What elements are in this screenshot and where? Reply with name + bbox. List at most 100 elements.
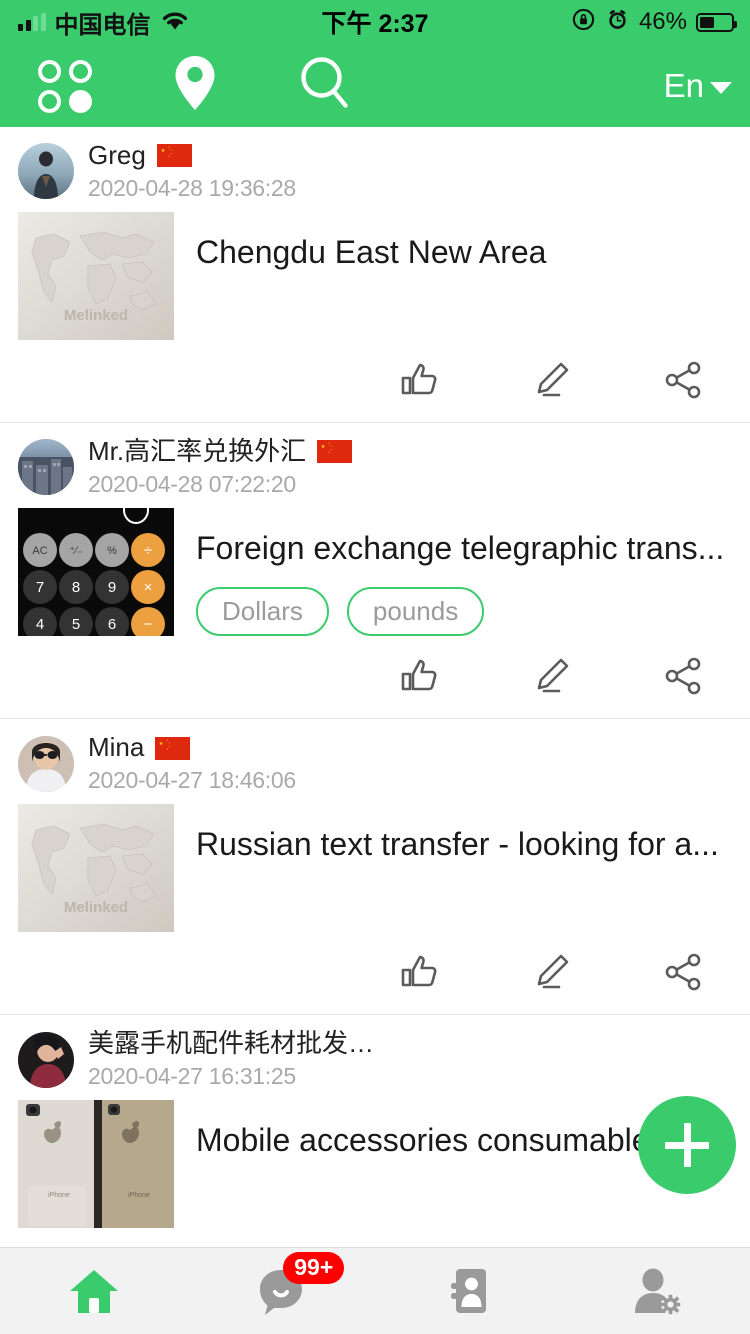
- like-button[interactable]: [354, 354, 486, 406]
- post-title[interactable]: Russian text transfer - looking for a...: [196, 824, 736, 866]
- share-icon: [663, 359, 705, 401]
- share-button[interactable]: [618, 946, 750, 998]
- post-card[interactable]: Mina 2020-04-27 18:46:06 Melinked Russia…: [0, 719, 750, 1016]
- tab-home[interactable]: [0, 1248, 188, 1334]
- battery-percent-label: 46%: [638, 8, 687, 35]
- svg-text:6: 6: [108, 616, 116, 633]
- post-thumbnail[interactable]: Melinked: [18, 804, 174, 933]
- edit-button[interactable]: [486, 650, 618, 702]
- tab-profile[interactable]: [563, 1248, 750, 1334]
- bottom-tab-bar: 99+: [0, 1247, 750, 1334]
- edit-pencil-icon: [531, 655, 573, 697]
- post-body: Melinked Chengdu East New Area: [0, 202, 750, 340]
- post-content: Foreign exchange telegraphic trans... Do…: [174, 508, 750, 637]
- chevron-down-icon: [710, 82, 732, 94]
- post-card[interactable]: 美露手机配件耗材批发… 2020-04-27 16:31:25 iPhone i…: [0, 1015, 750, 1247]
- avatar[interactable]: [18, 1031, 74, 1088]
- post-content: Chengdu East New Area: [174, 212, 750, 340]
- post-author-name: Mr.高汇率兑换外汇: [88, 435, 307, 466]
- user-settings-icon: [630, 1266, 682, 1316]
- post-actions: [0, 340, 750, 422]
- battery-icon: [696, 12, 737, 32]
- avatar[interactable]: [18, 143, 74, 200]
- post-timestamp: 2020-04-27 18:46:06: [88, 767, 296, 794]
- home-icon: [68, 1266, 120, 1316]
- svg-text:9: 9: [108, 579, 116, 596]
- post-tag[interactable]: Dollars: [196, 587, 329, 637]
- post-thumbnail[interactable]: AC ⁺∕₋% ÷ × − 7 8 9 4 5 6: [18, 507, 174, 636]
- svg-text:−: −: [144, 616, 153, 633]
- post-card[interactable]: Greg 2020-04-28 19:36:28 Melinked Chengd…: [0, 127, 750, 423]
- china-flag-icon: [155, 736, 191, 760]
- post-content: Russian text transfer - looking for a...: [174, 804, 750, 932]
- svg-text:4: 4: [36, 616, 44, 633]
- post-author-block: Greg 2020-04-28 19:36:28: [88, 140, 296, 202]
- rotation-lock-icon: [571, 7, 596, 37]
- thumbs-up-icon: [399, 951, 441, 993]
- app-root: 中国电信 下午 2:37 46% En Greg 2020-04-28 19:3…: [0, 0, 750, 1334]
- create-post-fab[interactable]: [638, 1096, 736, 1194]
- avatar[interactable]: [18, 735, 74, 792]
- avatar[interactable]: [18, 439, 74, 496]
- china-flag-icon: [317, 440, 353, 464]
- post-author-block: Mina 2020-04-27 18:46:06: [88, 732, 296, 794]
- like-button[interactable]: [354, 946, 486, 998]
- edit-button[interactable]: [486, 946, 618, 998]
- alarm-clock-icon: [605, 7, 630, 37]
- post-actions: [0, 636, 750, 718]
- svg-text:iPhone: iPhone: [128, 1192, 150, 1199]
- post-author-block: Mr.高汇率兑换外汇 2020-04-28 07:22:20: [88, 435, 353, 498]
- message-badge: 99+: [283, 1251, 345, 1285]
- search-button[interactable]: [260, 44, 390, 127]
- tab-messages[interactable]: 99+: [188, 1248, 376, 1334]
- svg-text:÷: ÷: [144, 542, 152, 559]
- edit-button[interactable]: [486, 354, 618, 406]
- svg-text:7: 7: [36, 579, 44, 596]
- grid-button[interactable]: [0, 44, 130, 127]
- post-thumbnail[interactable]: Melinked: [18, 211, 174, 340]
- contact-card-icon: [443, 1266, 495, 1316]
- post-title[interactable]: Foreign exchange telegraphic trans...: [196, 528, 736, 570]
- post-author-block: 美露手机配件耗材批发… 2020-04-27 16:31:25: [88, 1028, 375, 1090]
- post-thumbnail[interactable]: iPhone iPhone: [18, 1100, 174, 1229]
- like-button[interactable]: [354, 650, 486, 702]
- post-tags: Dollars pounds: [196, 587, 736, 637]
- thumbs-up-icon: [399, 655, 441, 697]
- china-flag-icon: [156, 144, 192, 168]
- grid-icon: [37, 59, 93, 113]
- location-button[interactable]: [130, 44, 260, 127]
- svg-text:%: %: [107, 545, 117, 557]
- post-timestamp: 2020-04-28 19:36:28: [88, 174, 296, 201]
- svg-text:Melinked: Melinked: [64, 899, 128, 916]
- post-timestamp: 2020-04-27 16:31:25: [88, 1063, 296, 1090]
- svg-text:8: 8: [72, 579, 80, 596]
- svg-text:×: ×: [144, 579, 153, 596]
- share-button[interactable]: [618, 354, 750, 406]
- tab-contacts[interactable]: [375, 1248, 563, 1334]
- share-button[interactable]: [618, 650, 750, 702]
- post-header: 美露手机配件耗材批发… 2020-04-27 16:31:25: [0, 1015, 750, 1090]
- share-icon: [663, 951, 705, 993]
- edit-pencil-icon: [531, 359, 573, 401]
- post-body: AC ⁺∕₋% ÷ × − 7 8 9 4 5 6 Foreign exchange tele…: [0, 498, 750, 637]
- post-author-name: 美露手机配件耗材批发…: [88, 1028, 375, 1059]
- post-feed[interactable]: Greg 2020-04-28 19:36:28 Melinked Chengd…: [0, 127, 750, 1247]
- post-header: Mina 2020-04-27 18:46:06: [0, 719, 750, 794]
- share-icon: [663, 655, 705, 697]
- svg-text:Melinked: Melinked: [64, 307, 128, 324]
- post-tag[interactable]: pounds: [346, 587, 485, 637]
- language-selector[interactable]: En: [664, 44, 732, 127]
- post-card[interactable]: Mr.高汇率兑换外汇 2020-04-28 07:22:20 AC ⁺∕₋ % …: [0, 422, 750, 720]
- post-title[interactable]: Chengdu East New Area: [196, 232, 736, 274]
- svg-text:5: 5: [72, 616, 80, 633]
- app-header: En: [0, 44, 750, 127]
- post-timestamp: 2020-04-28 07:22:20: [88, 470, 296, 497]
- language-label: En: [663, 67, 704, 104]
- status-bar-right: 46%: [571, 0, 737, 44]
- thumbs-up-icon: [399, 359, 441, 401]
- location-pin-icon: [171, 53, 219, 118]
- post-body: iPhone iPhone Mobile accessories consuma…: [0, 1090, 750, 1229]
- post-actions: [0, 932, 750, 1014]
- svg-text:⁺∕₋: ⁺∕₋: [69, 545, 83, 557]
- post-author-name: Greg: [88, 140, 146, 170]
